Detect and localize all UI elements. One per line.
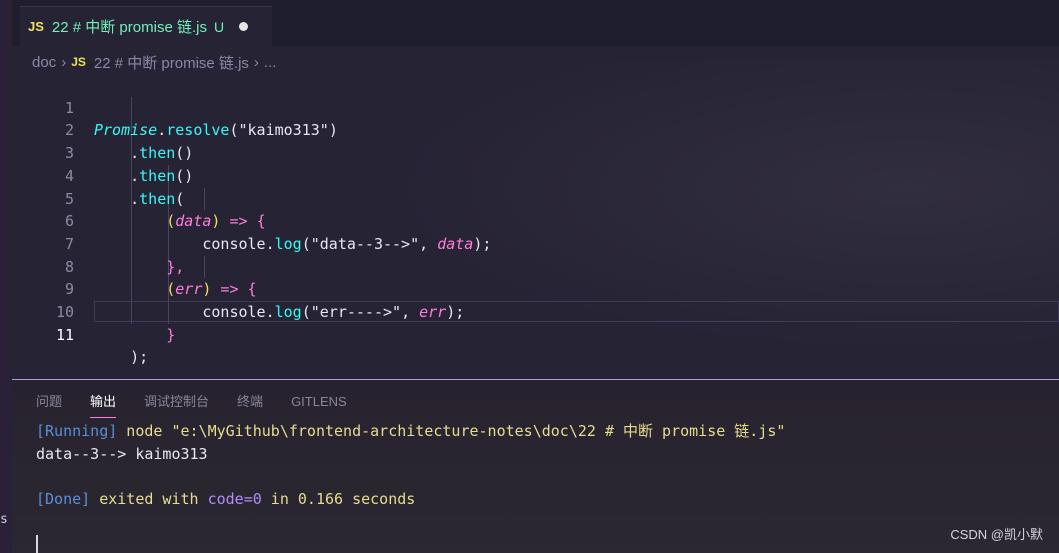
output-line: data--3--> kaimo313 bbox=[36, 445, 208, 463]
output-line: [Running] node "e:\MyGithub\frontend-arc… bbox=[36, 422, 786, 440]
untracked-status-badge: U bbox=[213, 18, 225, 35]
breadcrumb-more[interactable]: ... bbox=[264, 54, 277, 71]
code-editor[interactable]: 1 Promise.resolve("kaimo313") 2 .then() … bbox=[12, 74, 1059, 374]
activity-strip: s bbox=[0, 0, 12, 553]
tab-debug-console[interactable]: 调试控制台 bbox=[144, 392, 209, 414]
breadcrumb-file[interactable]: 22 # 中断 promise 链.js bbox=[94, 52, 249, 73]
code-line: 3 .then() bbox=[12, 119, 1059, 185]
tab-terminal[interactable]: 终端 bbox=[237, 392, 263, 414]
bottom-panel: 问题 输出 调试控制台 终端 GITLENS [Running] node "e… bbox=[12, 380, 1059, 553]
left-edge-char: s bbox=[0, 512, 8, 527]
text-cursor bbox=[36, 535, 38, 553]
breadcrumb: doc › JS 22 # 中断 promise 链.js › ... bbox=[32, 52, 276, 72]
code-line: 7 }, bbox=[12, 210, 1059, 276]
tab-title: 22 # 中断 promise 链.js bbox=[51, 19, 207, 36]
code-line: 9 console.log("err---->", err); bbox=[12, 256, 1059, 321]
unsaved-dot-icon[interactable] bbox=[239, 22, 249, 31]
tab-problems[interactable]: 问题 bbox=[36, 392, 62, 414]
output-line: [Done] exited with code=0 in 0.166 secon… bbox=[36, 490, 416, 508]
breadcrumb-folder[interactable]: doc bbox=[32, 54, 56, 71]
code-line: 2 .then() bbox=[12, 97, 1059, 162]
code-line: 10 } bbox=[12, 278, 1059, 344]
chevron-right-icon: › bbox=[253, 53, 259, 71]
line-number: 11 bbox=[55, 325, 74, 344]
js-file-icon: JS bbox=[28, 19, 44, 34]
panel-tabs: 问题 输出 调试控制台 终端 GITLENS bbox=[36, 392, 375, 418]
code-line: 4 .then( bbox=[12, 142, 1059, 208]
current-code-line: 11 ); bbox=[12, 301, 1059, 366]
code-line: 6 console.log("data--3-->", data); bbox=[12, 188, 1059, 253]
watermark: CSDN @凯小默 bbox=[950, 527, 1043, 542]
code-line: 5 (data) => { bbox=[12, 165, 1059, 231]
editor-tab[interactable]: JS 22 # 中断 promise 链.js U bbox=[20, 6, 272, 46]
vscode-window: s JS 22 # 中断 promise 链.js U doc › JS 22 … bbox=[0, 0, 1059, 553]
chevron-right-icon: › bbox=[61, 53, 67, 71]
code-line: 8 (err) => { bbox=[12, 233, 1059, 299]
tab-bar: JS 22 # 中断 promise 链.js U bbox=[12, 0, 1059, 46]
tab-output[interactable]: 输出 bbox=[90, 392, 117, 418]
tab-gitlens[interactable]: GITLENS bbox=[291, 392, 347, 414]
js-file-icon: JS bbox=[71, 55, 86, 69]
code-line: 1 Promise.resolve("kaimo313") bbox=[12, 74, 1059, 140]
